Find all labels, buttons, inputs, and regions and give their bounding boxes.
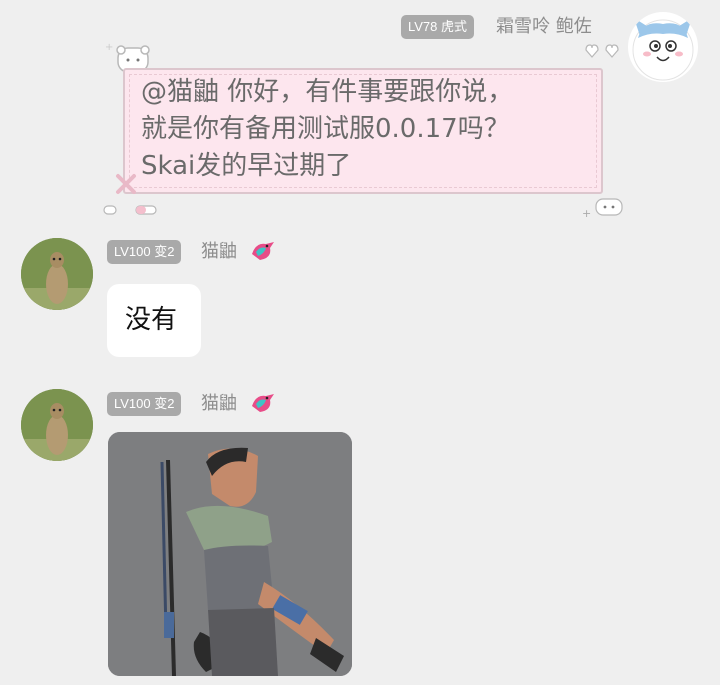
message-line-2: 就是你有备用测试服0.0.17吗？ xyxy=(141,114,510,144)
message-text: 没有 xyxy=(125,305,178,335)
message-text: @猫鼬 你好，有件事要跟你说， 就是你有备用测试服0.0.17吗？ Skai发的… xyxy=(141,74,601,185)
level-badge: LV78 虎式 xyxy=(401,15,475,39)
sender-name[interactable]: 霜雪呤 鲍佐 xyxy=(496,15,592,39)
level-badge: LV100 变2 xyxy=(107,392,182,416)
message-line-3: Skai发的早过期了 xyxy=(141,151,352,181)
image-message[interactable] xyxy=(108,432,352,676)
archer-figure-image xyxy=(108,432,352,676)
sender-name[interactable]: 猫鼬 xyxy=(201,392,237,416)
cat-face-icon xyxy=(632,18,694,81)
bird-badge-icon xyxy=(252,242,274,260)
bird-badge-icon xyxy=(252,394,274,412)
message-line-1: @猫鼬 你好，有件事要跟你说， xyxy=(141,77,514,107)
pixel-heart-icon xyxy=(585,44,619,58)
svg-text:+: + xyxy=(582,207,591,220)
pixel-bunny-icon: + xyxy=(582,198,623,220)
level-badge: LV100 变2 xyxy=(107,240,182,264)
pixel-sparkle-icon xyxy=(103,174,157,215)
meerkat-avatar[interactable] xyxy=(21,238,93,310)
svg-text:+: + xyxy=(105,42,113,53)
sender-name[interactable]: 猫鼬 xyxy=(201,240,237,264)
meerkat-avatar[interactable] xyxy=(21,389,93,461)
cat-avatar[interactable] xyxy=(628,12,698,82)
message-bubble[interactable]: 没有 xyxy=(107,284,201,357)
meerkat-photo xyxy=(21,238,93,310)
meerkat-photo xyxy=(21,389,93,461)
